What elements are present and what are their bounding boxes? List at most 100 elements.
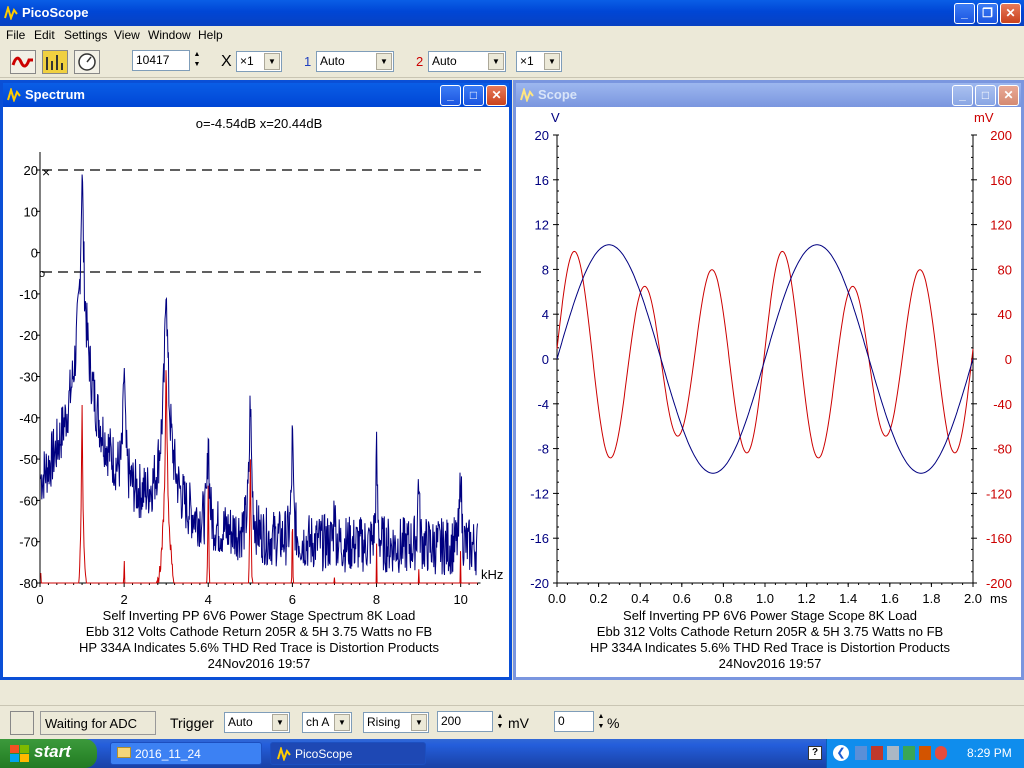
start-button[interactable]: start (0, 739, 97, 768)
right-tick-label: 40 (998, 307, 1012, 322)
menu-window[interactable]: Window (148, 28, 191, 42)
picoscope-app-icon (277, 747, 291, 761)
main-title-bar[interactable]: PicoScope _ ❐ ✕ (0, 0, 1024, 26)
chevron-down-icon[interactable]: ▼ (272, 714, 288, 731)
trigger-delay-spinner[interactable]: ▲ ▼ (595, 712, 607, 733)
left-tick-label: 12 (535, 218, 549, 233)
channel-1-range-select[interactable]: Auto ▼ (316, 51, 394, 72)
menu-file[interactable]: File (6, 28, 25, 42)
taskbar-item-folder[interactable]: 2016_11_24 (110, 742, 262, 765)
shield-icon[interactable] (935, 746, 947, 760)
chevron-down-icon[interactable]: ▼ (264, 53, 280, 70)
spectrum-chart[interactable]: o=-4.54dB x=20.44dB 20100-10-20-30-40-50… (3, 107, 509, 677)
timebase-multiplier-select[interactable]: ×1 ▼ (236, 51, 282, 72)
y-tick-label: -80 (19, 576, 38, 591)
menu-view[interactable]: View (114, 28, 140, 42)
spectrum-minimize-button[interactable]: _ (440, 85, 461, 106)
y-tick-label: 10 (24, 204, 38, 219)
y-tick-label: -40 (19, 411, 38, 426)
trigger-edge-select[interactable]: Rising ▼ (363, 712, 429, 733)
spectrum-bars-icon (43, 51, 67, 73)
y-multiplier-select[interactable]: ×1 ▼ (516, 51, 562, 72)
x-tick-label: 8 (373, 592, 380, 607)
folder-icon (117, 747, 131, 758)
time-tick-label: 1.8 (922, 591, 940, 606)
trigger-channel-select[interactable]: ch A ▼ (302, 712, 352, 733)
scope-close-button[interactable]: ✕ (998, 85, 1019, 106)
volume-icon[interactable] (887, 746, 899, 760)
menu-help[interactable]: Help (198, 28, 223, 42)
spectrum-title: Spectrum (25, 87, 85, 102)
windows-logo-icon (10, 745, 29, 762)
spectrum-window[interactable]: Spectrum _ □ ✕ o=-4.54dB x=20.44dB 20 10 0… (0, 80, 512, 680)
chevron-down-icon[interactable]: ▼ (488, 53, 504, 70)
y-tick-label: -50 (19, 452, 38, 467)
left-tick-label: -20 (530, 576, 549, 591)
right-axis-unit: mV (974, 110, 994, 125)
x-axis-unit: kHz (481, 567, 503, 582)
y-tick-label: -70 (19, 535, 38, 550)
channel-2-range-select[interactable]: Auto ▼ (428, 51, 506, 72)
channel-2-label: 2 (416, 54, 424, 69)
chevron-down-icon[interactable]: ▼ (334, 714, 350, 731)
chevron-down-icon[interactable]: ▼ (411, 714, 427, 731)
scope-maximize-button[interactable]: □ (975, 85, 996, 106)
security-icon[interactable] (871, 746, 883, 760)
menu-settings[interactable]: Settings (64, 28, 107, 42)
minimize-button[interactable]: _ (954, 3, 975, 24)
menu-edit[interactable]: Edit (34, 28, 55, 42)
spectrum-title-bar[interactable]: Spectrum _ □ ✕ (3, 83, 509, 107)
trigger-mode-select[interactable]: Auto ▼ (224, 712, 290, 733)
right-tick-label: -200 (986, 576, 1012, 591)
help-icon[interactable]: ? (808, 746, 822, 760)
scope-caption-line-2: Ebb 312 Volts Cathode Return 205R & 5H 3… (597, 624, 943, 639)
chevron-down-icon[interactable]: ▼ (544, 53, 560, 70)
trigger-edge-value: Rising (367, 715, 401, 729)
taskbar-item-picoscope[interactable]: PicoScope (270, 742, 426, 765)
trigger-level-unit: mV (508, 715, 529, 731)
scope-title-bar[interactable]: Scope _ □ ✕ (516, 83, 1021, 107)
scope-chart[interactable]: V mV 201612840-4-8-12-16-202001601208040… (516, 107, 1021, 677)
y-tick-label: 20 (24, 163, 38, 178)
restore-button[interactable]: ❐ (977, 3, 998, 24)
spectrum-close-button[interactable]: ✕ (486, 85, 507, 106)
left-tick-label: 16 (535, 173, 549, 188)
trigger-channel-value: ch A (306, 715, 330, 729)
toolbar: 10417 ▲ ▼ X ×1 ▼ 1 Auto ▼ 2 Auto ▼ ×1 ▼ (0, 45, 1024, 78)
scope-caption-line-4: 24Nov2016 19:57 (719, 656, 822, 671)
time-tick-label: 0.4 (631, 591, 649, 606)
scope-minimize-button[interactable]: _ (952, 85, 973, 106)
run-stop-button[interactable] (10, 711, 34, 735)
trigger-level-spinner[interactable]: ▲ ▼ (494, 712, 506, 733)
y-tick-label: -60 (19, 493, 38, 508)
right-tick-label: 160 (990, 173, 1012, 188)
samples-input[interactable]: 10417 (132, 50, 190, 71)
tray-expand-icon[interactable]: ❮ (833, 745, 849, 761)
scope-window[interactable]: Scope _ □ ✕ V mV 20 16 12 8 4 0 -4 -8 -12 -16 -20 2… (513, 80, 1024, 680)
menu-bar: File Edit Settings View Window Help (0, 26, 1024, 45)
spectrum-caption-line-1: Self Inverting PP 6V6 Power Stage Spectr… (103, 608, 416, 623)
time-tick-label: 0.0 (548, 591, 566, 606)
trigger-delay-input[interactable]: 0 (554, 711, 594, 732)
network-icon[interactable] (855, 746, 867, 760)
samples-spinner[interactable]: ▲ ▼ (191, 50, 203, 71)
time-tick-label: 0.8 (714, 591, 732, 606)
x-tick-label: 4 (205, 592, 212, 607)
spectrum-mode-button[interactable] (42, 50, 68, 74)
spectrum-readout: o=-4.54dB x=20.44dB (196, 116, 323, 131)
left-tick-label: -8 (537, 442, 549, 457)
chevron-down-icon[interactable]: ▼ (376, 53, 392, 70)
spectrum-maximize-button[interactable]: □ (463, 85, 484, 106)
safely-remove-icon[interactable] (903, 746, 915, 760)
picoscope-app-icon (520, 88, 534, 102)
meter-mode-button[interactable] (74, 50, 100, 74)
trigger-level-input[interactable]: 200 (437, 711, 493, 732)
right-tick-label: 120 (990, 218, 1012, 233)
close-button[interactable]: ✕ (1000, 3, 1021, 24)
marker-o-symbol: o (39, 268, 45, 280)
taskbar-item-picoscope-label: PicoScope (295, 747, 353, 761)
picoscope-app-icon (4, 6, 18, 20)
scope-mode-button[interactable] (10, 50, 36, 74)
time-tick-label: 1.2 (798, 591, 816, 606)
antivirus-icon[interactable] (919, 746, 931, 760)
